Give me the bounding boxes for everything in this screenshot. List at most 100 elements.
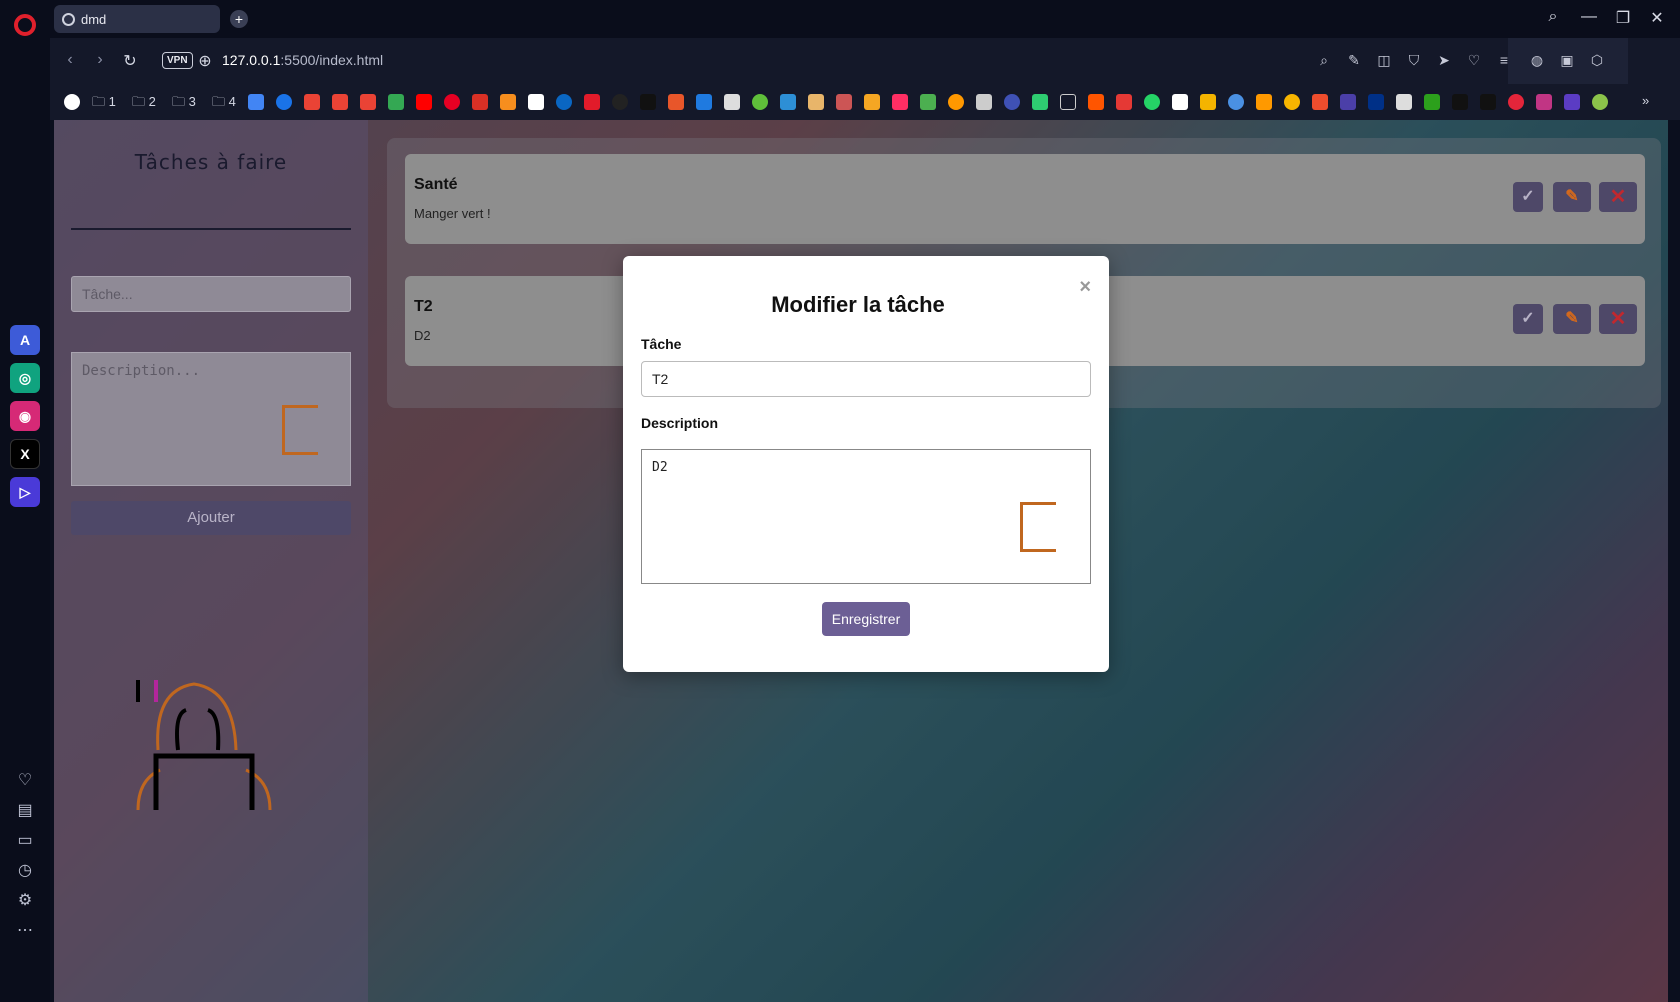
extension-icon[interactable]: ◍ — [1528, 52, 1546, 70]
player-app-icon[interactable]: ▷ — [10, 477, 40, 507]
bookmark-icon[interactable] — [1312, 94, 1328, 110]
save-button[interactable]: Enregistrer — [822, 602, 910, 636]
bookmark-icon[interactable] — [640, 94, 656, 110]
bookmark-icon[interactable] — [780, 94, 796, 110]
bookmark-icon[interactable] — [612, 94, 628, 110]
extension-icon[interactable]: ▣ — [1558, 52, 1576, 70]
bookmark-icon[interactable] — [668, 94, 684, 110]
x-app-icon[interactable]: X — [10, 439, 40, 469]
bookmark-icon[interactable] — [1508, 94, 1524, 110]
bookmark-icon[interactable] — [276, 94, 292, 110]
bookmark-icon[interactable] — [584, 94, 600, 110]
extension-icon[interactable]: ⬡ — [1588, 52, 1606, 70]
bookmark-icon[interactable] — [528, 94, 544, 110]
bookmark-icon[interactable] — [1340, 94, 1356, 110]
bookmark-icon[interactable] — [1088, 94, 1104, 110]
bookmark-icon[interactable] — [836, 94, 852, 110]
bookmark-icon[interactable] — [948, 94, 964, 110]
bookmark-icon[interactable] — [1284, 94, 1300, 110]
bookmark-icon[interactable] — [696, 94, 712, 110]
bookmark-icon[interactable] — [332, 94, 348, 110]
bookmark-folder-icon[interactable]: 🗀 1 — [92, 93, 116, 115]
search-icon[interactable]: ⌕ — [1542, 8, 1564, 26]
bookmark-icon[interactable] — [1032, 94, 1048, 110]
task-field[interactable]: T2 — [641, 361, 1091, 397]
more-icon[interactable]: ⋯ — [14, 920, 36, 942]
bookmark-folder-icon[interactable]: 🗀 2 — [132, 93, 156, 115]
restore-icon[interactable]: ❐ — [1612, 8, 1634, 28]
bookmark-icon[interactable] — [1116, 94, 1132, 110]
bookmark-icon[interactable] — [976, 94, 992, 110]
bookmark-icon[interactable] — [920, 94, 936, 110]
bookmark-icon[interactable] — [808, 94, 824, 110]
tab-active[interactable]: dmd — [54, 5, 220, 33]
history-icon[interactable]: ◷ — [14, 860, 36, 882]
bookmark-icon[interactable] — [1424, 94, 1440, 110]
bookmark-icon[interactable] — [1228, 94, 1244, 110]
bookmark-icon[interactable] — [1396, 94, 1412, 110]
camera-icon[interactable]: ◫ — [1375, 52, 1393, 70]
minimize-icon[interactable]: — — [1578, 8, 1600, 26]
delete-task-button[interactable]: ✕ — [1599, 182, 1637, 212]
new-tab-button[interactable]: + — [230, 10, 248, 28]
bookmark-icon[interactable] — [1592, 94, 1608, 110]
bookmark-icon[interactable] — [388, 94, 404, 110]
description-field[interactable]: D2 — [641, 449, 1091, 584]
close-window-icon[interactable]: ✕ — [1646, 8, 1668, 28]
shield-icon[interactable]: ⛉ — [1405, 52, 1423, 70]
complete-task-button[interactable]: ✓ — [1513, 304, 1543, 334]
aria-app-icon[interactable]: A — [10, 325, 40, 355]
bookmark-icon[interactable] — [1256, 94, 1272, 110]
edit-task-button[interactable]: ✎ — [1553, 304, 1591, 334]
bookmark-icon[interactable] — [1172, 94, 1188, 110]
bookmark-icon[interactable] — [724, 94, 740, 110]
task-input[interactable]: Tâche... — [71, 276, 351, 312]
bookmark-icon[interactable] — [500, 94, 516, 110]
reload-icon[interactable]: ↻ — [120, 51, 140, 71]
opera-logo-icon[interactable] — [14, 14, 36, 36]
description-input[interactable]: Description... — [71, 352, 351, 486]
bookmark-folder-icon[interactable]: 🗀 4 — [212, 93, 236, 115]
send-icon[interactable]: ➤ — [1435, 52, 1453, 70]
heart-icon[interactable]: ♡ — [14, 770, 36, 792]
bookmark-icon[interactable] — [444, 94, 460, 110]
tabs-icon[interactable]: ▭ — [14, 830, 36, 852]
vpn-badge[interactable]: VPN — [162, 52, 193, 69]
forward-icon[interactable]: › — [90, 51, 110, 69]
back-icon[interactable]: ‹ — [60, 51, 80, 69]
bookmark-icon[interactable] — [360, 94, 376, 110]
bookmark-icon[interactable] — [416, 94, 432, 110]
bookmark-icon[interactable] — [1200, 94, 1216, 110]
bookmark-icon[interactable] — [864, 94, 880, 110]
bookmark-icon[interactable] — [304, 94, 320, 110]
edit-icon[interactable]: ✎ — [1345, 52, 1363, 70]
bookmark-icon[interactable] — [752, 94, 768, 110]
bookmark-icon[interactable] — [1452, 94, 1468, 110]
bookmark-icon[interactable] — [1004, 94, 1020, 110]
instagram-app-icon[interactable]: ◉ — [10, 401, 40, 431]
bookmark-icon[interactable] — [1564, 94, 1580, 110]
bookmark-icon[interactable] — [1144, 94, 1160, 110]
bookmark-folder-icon[interactable] — [1060, 94, 1076, 110]
gear-icon[interactable]: ⚙ — [14, 890, 36, 912]
delete-task-button[interactable]: ✕ — [1599, 304, 1637, 334]
bookmark-icon[interactable] — [1480, 94, 1496, 110]
chatgpt-app-icon[interactable]: ◎ — [10, 363, 40, 393]
bookmark-icon[interactable] — [556, 94, 572, 110]
bookmarks-overflow-icon[interactable]: » — [1642, 93, 1649, 108]
bookmark-icon[interactable] — [64, 94, 80, 110]
bookmark-icon[interactable] — [892, 94, 908, 110]
bookmark-icon[interactable] — [472, 94, 488, 110]
bookmark-icon[interactable] — [1536, 94, 1552, 110]
heart-icon[interactable]: ♡ — [1465, 52, 1483, 70]
add-button[interactable]: Ajouter — [71, 501, 351, 535]
complete-task-button[interactable]: ✓ — [1513, 182, 1543, 212]
edit-task-button[interactable]: ✎ — [1553, 182, 1591, 212]
url-field[interactable]: 127.0.0.1:5500/index.html — [222, 52, 383, 68]
zoom-icon[interactable]: ⌕ — [1315, 52, 1333, 70]
site-info-icon[interactable]: ⊕ — [195, 51, 215, 71]
bookmark-folder-icon[interactable]: 🗀 3 — [172, 93, 196, 115]
bookmark-icon[interactable] — [248, 94, 264, 110]
bookmark-icon[interactable] — [1368, 94, 1384, 110]
news-icon[interactable]: ▤ — [14, 800, 36, 822]
